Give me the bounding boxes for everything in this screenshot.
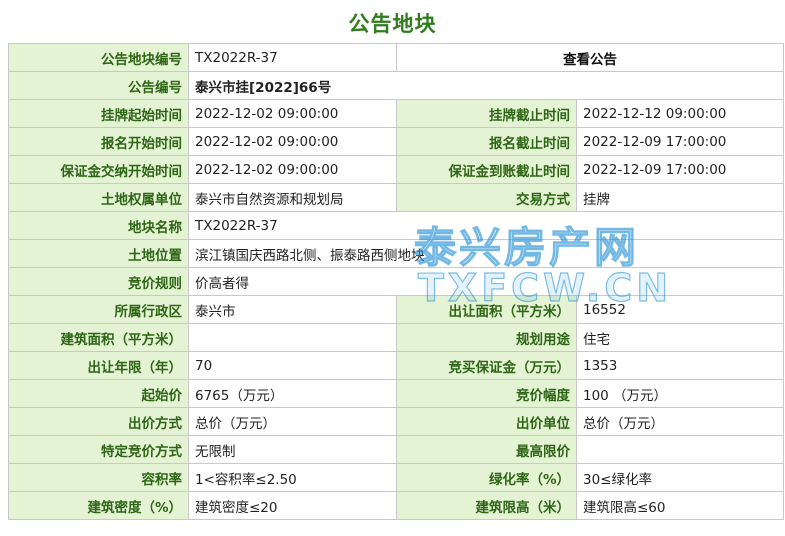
value-max-price — [576, 435, 784, 464]
label-green-ratio: 绿化率（%） — [396, 463, 577, 492]
page-title: 公告地块 — [348, 12, 437, 36]
value-height-limit: 建筑限高≤60 — [576, 491, 784, 520]
label-registration-end: 报名截止时间 — [396, 127, 577, 156]
view-announcement-link[interactable]: 查看公告 — [396, 43, 784, 72]
value-listing-start: 2022-12-02 09:00:00 — [188, 99, 397, 128]
value-green-ratio: 30≤绿化率 — [576, 463, 784, 492]
label-bid-increment: 竞价幅度 — [396, 379, 577, 408]
label-height-limit: 建筑限高（米） — [396, 491, 577, 520]
value-bidding-rule: 价高者得 — [188, 267, 784, 296]
label-starting-price: 起始价 — [8, 379, 189, 408]
table-row: 出价方式 总价（万元） 出价单位 总价（万元） — [8, 407, 784, 436]
table-row: 保证金交纳开始时间 2022-12-02 09:00:00 保证金到账截止时间 … — [8, 155, 784, 184]
table-row: 地块名称 TX2022R-37 — [8, 211, 784, 240]
value-planned-use: 住宅 — [576, 323, 784, 352]
table-row: 容积率 1<容积率≤2.50 绿化率（%） 30≤绿化率 — [8, 463, 784, 492]
label-parcel-number: 公告地块编号 — [8, 43, 189, 72]
label-max-price: 最高限价 — [396, 435, 577, 464]
table-row: 特定竞价方式 无限制 最高限价 — [8, 435, 784, 464]
label-deposit-start: 保证金交纳开始时间 — [8, 155, 189, 184]
value-registration-start: 2022-12-02 09:00:00 — [188, 127, 397, 156]
value-parcel-name: TX2022R-37 — [188, 211, 784, 240]
label-transaction-type: 交易方式 — [396, 183, 577, 212]
table-row: 所属行政区 泰兴市 出让面积（平方米） 16552 — [8, 295, 784, 324]
value-bid-unit: 总价（万元） — [576, 407, 784, 436]
value-starting-price: 6765（万元） — [188, 379, 397, 408]
table-row: 公告地块编号 TX2022R-37 查看公告 — [8, 43, 784, 72]
value-building-density: 建筑密度≤20 — [188, 491, 397, 520]
value-announcement-number: 泰兴市挂[2022]66号 — [188, 71, 784, 100]
label-deposit-deadline: 保证金到账截止时间 — [396, 155, 577, 184]
value-land-owner: 泰兴市自然资源和规划局 — [188, 183, 397, 212]
label-building-area: 建筑面积（平方米） — [8, 323, 189, 352]
value-special-bidding: 无限制 — [188, 435, 397, 464]
table-row: 土地权属单位 泰兴市自然资源和规划局 交易方式 挂牌 — [8, 183, 784, 212]
table-row: 出让年限（年） 70 竞买保证金（万元） 1353 — [8, 351, 784, 380]
label-bid-deposit: 竞买保证金（万元） — [396, 351, 577, 380]
table-row: 建筑面积（平方米） 规划用途 住宅 — [8, 323, 784, 352]
label-building-density: 建筑密度（%） — [8, 491, 189, 520]
label-bid-method: 出价方式 — [8, 407, 189, 436]
value-registration-end: 2022-12-09 17:00:00 — [576, 127, 784, 156]
value-parcel-number: TX2022R-37 — [188, 43, 397, 72]
label-bidding-rule: 竞价规则 — [8, 267, 189, 296]
table-row: 起始价 6765（万元） 竞价幅度 100 （万元） — [8, 379, 784, 408]
value-transaction-type: 挂牌 — [576, 183, 784, 212]
label-announcement-number: 公告编号 — [8, 71, 189, 100]
label-parcel-name: 地块名称 — [8, 211, 189, 240]
value-bid-deposit: 1353 — [576, 351, 784, 380]
value-listing-end: 2022-12-12 09:00:00 — [576, 99, 784, 128]
label-lease-term: 出让年限（年） — [8, 351, 189, 380]
label-listing-end: 挂牌截止时间 — [396, 99, 577, 128]
land-info-table: 公告地块编号 TX2022R-37 查看公告 公告编号 泰兴市挂[2022]66… — [8, 43, 784, 520]
value-district: 泰兴市 — [188, 295, 397, 324]
value-building-area — [188, 323, 397, 352]
label-registration-start: 报名开始时间 — [8, 127, 189, 156]
value-plot-ratio: 1<容积率≤2.50 — [188, 463, 397, 492]
value-land-location: 滨江镇国庆西路北侧、振泰路西侧地块 — [188, 239, 784, 268]
label-special-bidding: 特定竞价方式 — [8, 435, 189, 464]
label-land-owner: 土地权属单位 — [8, 183, 189, 212]
label-bid-unit: 出价单位 — [396, 407, 577, 436]
table-row: 土地位置 滨江镇国庆西路北侧、振泰路西侧地块 — [8, 239, 784, 268]
table-row: 报名开始时间 2022-12-02 09:00:00 报名截止时间 2022-1… — [8, 127, 784, 156]
value-land-area: 16552 — [576, 295, 784, 324]
value-deposit-start: 2022-12-02 09:00:00 — [188, 155, 397, 184]
label-listing-start: 挂牌起始时间 — [8, 99, 189, 128]
label-plot-ratio: 容积率 — [8, 463, 189, 492]
table-row: 挂牌起始时间 2022-12-02 09:00:00 挂牌截止时间 2022-1… — [8, 99, 784, 128]
label-planned-use: 规划用途 — [396, 323, 577, 352]
label-land-location: 土地位置 — [8, 239, 189, 268]
table-row: 公告编号 泰兴市挂[2022]66号 — [8, 71, 784, 100]
label-land-area: 出让面积（平方米） — [396, 295, 577, 324]
table-row: 建筑密度（%） 建筑密度≤20 建筑限高（米） 建筑限高≤60 — [8, 491, 784, 520]
value-bid-increment: 100 （万元） — [576, 379, 784, 408]
value-bid-method: 总价（万元） — [188, 407, 397, 436]
value-lease-term: 70 — [188, 351, 397, 380]
label-district: 所属行政区 — [8, 295, 189, 324]
value-deposit-deadline: 2022-12-09 17:00:00 — [576, 155, 784, 184]
table-row: 竞价规则 价高者得 — [8, 267, 784, 296]
